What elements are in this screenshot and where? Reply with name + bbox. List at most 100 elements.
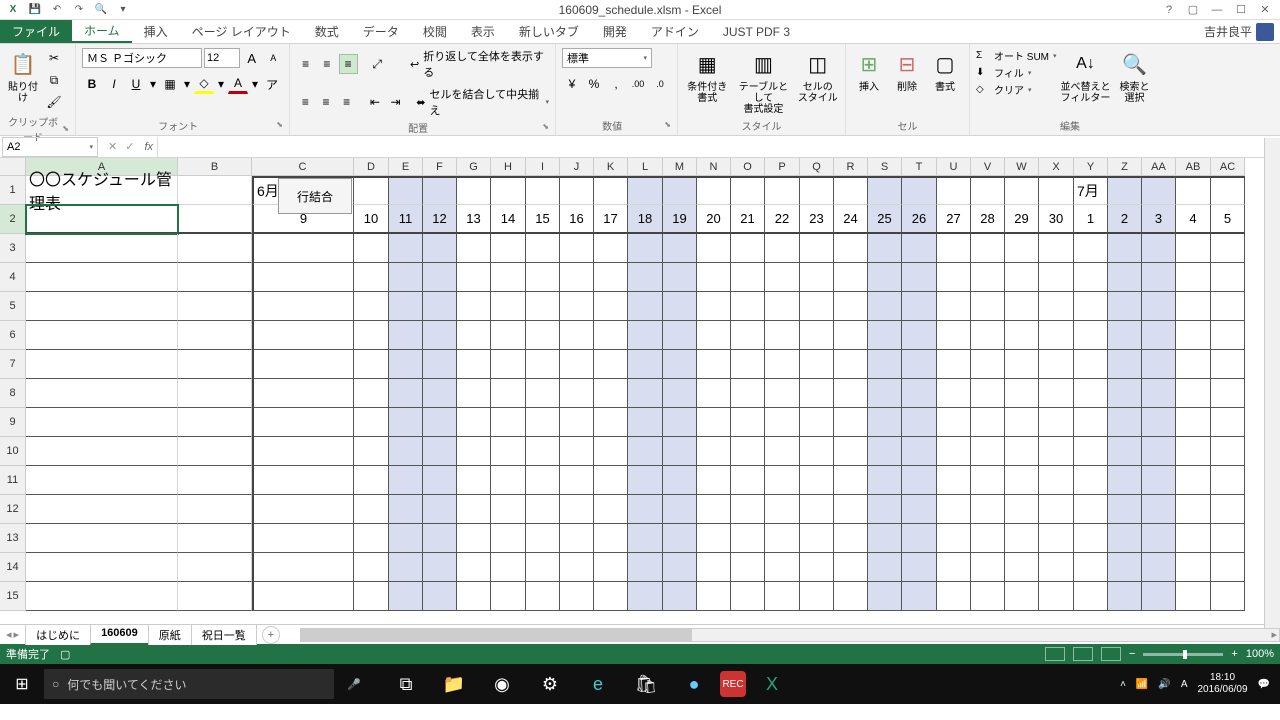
cell[interactable] bbox=[594, 292, 628, 321]
cell[interactable] bbox=[1005, 553, 1039, 582]
cell[interactable] bbox=[491, 234, 526, 263]
insert-cells-button[interactable]: ⊞ 挿入 bbox=[852, 48, 886, 93]
cell[interactable] bbox=[731, 408, 765, 437]
cell[interactable] bbox=[731, 495, 765, 524]
sort-filter-button[interactable]: A↓ 並べ替えと フィルター bbox=[1061, 48, 1111, 104]
cell[interactable] bbox=[868, 292, 902, 321]
cell[interactable] bbox=[628, 379, 663, 408]
cell[interactable] bbox=[491, 176, 526, 205]
column-header[interactable]: B bbox=[178, 158, 252, 176]
cell[interactable] bbox=[389, 553, 423, 582]
cell[interactable] bbox=[697, 524, 731, 553]
conditional-format-button[interactable]: ▦ 条件付き 書式 bbox=[684, 48, 730, 104]
cell[interactable] bbox=[594, 437, 628, 466]
cell[interactable] bbox=[1176, 408, 1211, 437]
cell[interactable] bbox=[834, 524, 868, 553]
cell[interactable]: 19 bbox=[663, 205, 697, 234]
cell[interactable] bbox=[26, 495, 178, 524]
cell[interactable] bbox=[971, 495, 1005, 524]
column-header[interactable]: W bbox=[1005, 158, 1039, 176]
macro-record-icon[interactable]: ▢ bbox=[60, 648, 70, 661]
cell[interactable] bbox=[457, 582, 491, 611]
cell[interactable] bbox=[663, 263, 697, 292]
cell[interactable] bbox=[834, 321, 868, 350]
cell[interactable] bbox=[1108, 495, 1142, 524]
cell[interactable] bbox=[697, 321, 731, 350]
cell[interactable] bbox=[1039, 350, 1074, 379]
cell[interactable] bbox=[902, 466, 937, 495]
cell[interactable]: 10 bbox=[354, 205, 389, 234]
cell[interactable] bbox=[491, 263, 526, 292]
cell[interactable] bbox=[1005, 321, 1039, 350]
cell[interactable] bbox=[663, 379, 697, 408]
cell[interactable] bbox=[663, 437, 697, 466]
phonetic-button[interactable]: ア bbox=[262, 74, 282, 94]
cell[interactable]: 20 bbox=[697, 205, 731, 234]
cell[interactable] bbox=[457, 466, 491, 495]
cell[interactable]: 28 bbox=[971, 205, 1005, 234]
cell[interactable] bbox=[1211, 495, 1245, 524]
cell[interactable] bbox=[1176, 350, 1211, 379]
maximize-button[interactable]: ☐ bbox=[1230, 2, 1252, 18]
cell[interactable] bbox=[628, 408, 663, 437]
cell[interactable] bbox=[1176, 524, 1211, 553]
cell[interactable] bbox=[902, 437, 937, 466]
cell[interactable] bbox=[252, 321, 354, 350]
cell[interactable] bbox=[560, 176, 594, 205]
cell[interactable] bbox=[178, 205, 252, 234]
cell[interactable] bbox=[1211, 350, 1245, 379]
cell[interactable] bbox=[697, 234, 731, 263]
cell[interactable] bbox=[594, 408, 628, 437]
cell[interactable] bbox=[1211, 408, 1245, 437]
cell[interactable] bbox=[491, 553, 526, 582]
view-page-layout-button[interactable] bbox=[1073, 647, 1093, 661]
cell[interactable] bbox=[1039, 321, 1074, 350]
cell[interactable] bbox=[1142, 408, 1176, 437]
cell[interactable] bbox=[1211, 263, 1245, 292]
row-header[interactable]: 12 bbox=[0, 495, 26, 524]
cell[interactable] bbox=[1142, 292, 1176, 321]
cell[interactable] bbox=[834, 379, 868, 408]
cell[interactable]: 〇〇スケジュール管理表 bbox=[26, 176, 178, 205]
cell[interactable] bbox=[26, 524, 178, 553]
cell[interactable] bbox=[1039, 437, 1074, 466]
cell[interactable] bbox=[800, 176, 834, 205]
tray-network-icon[interactable]: 📶 bbox=[1136, 679, 1148, 690]
cell[interactable] bbox=[902, 524, 937, 553]
cell[interactable] bbox=[491, 437, 526, 466]
cell[interactable] bbox=[663, 466, 697, 495]
cell[interactable] bbox=[457, 495, 491, 524]
column-header[interactable]: C bbox=[252, 158, 354, 176]
app-icon-2[interactable]: ● bbox=[672, 664, 716, 704]
cell[interactable] bbox=[663, 495, 697, 524]
font-color-dropdown[interactable]: ▾ bbox=[250, 74, 260, 94]
cell[interactable] bbox=[1108, 408, 1142, 437]
cell[interactable] bbox=[560, 524, 594, 553]
cell[interactable] bbox=[1176, 234, 1211, 263]
cell[interactable] bbox=[526, 292, 560, 321]
cell[interactable] bbox=[457, 350, 491, 379]
number-dialog-launcher[interactable]: ⬊ bbox=[664, 120, 671, 129]
cell[interactable] bbox=[800, 524, 834, 553]
cell[interactable] bbox=[1142, 321, 1176, 350]
cell[interactable] bbox=[1039, 234, 1074, 263]
cell[interactable] bbox=[526, 524, 560, 553]
cell[interactable] bbox=[868, 263, 902, 292]
cell[interactable] bbox=[1074, 321, 1108, 350]
cell[interactable] bbox=[1039, 408, 1074, 437]
cell[interactable] bbox=[697, 582, 731, 611]
cell[interactable] bbox=[252, 263, 354, 292]
tab-addin[interactable]: アドイン bbox=[639, 20, 711, 43]
cell[interactable] bbox=[1039, 553, 1074, 582]
cell[interactable] bbox=[1108, 292, 1142, 321]
column-header[interactable]: N bbox=[697, 158, 731, 176]
align-top-button[interactable]: ≡ bbox=[296, 54, 315, 74]
cell[interactable] bbox=[526, 379, 560, 408]
cell[interactable] bbox=[971, 263, 1005, 292]
cell[interactable] bbox=[800, 553, 834, 582]
cell[interactable] bbox=[1142, 379, 1176, 408]
zoom-out-button[interactable]: − bbox=[1129, 648, 1135, 660]
cell[interactable]: 3 bbox=[1142, 205, 1176, 234]
column-header[interactable]: J bbox=[560, 158, 594, 176]
cell[interactable] bbox=[868, 176, 902, 205]
